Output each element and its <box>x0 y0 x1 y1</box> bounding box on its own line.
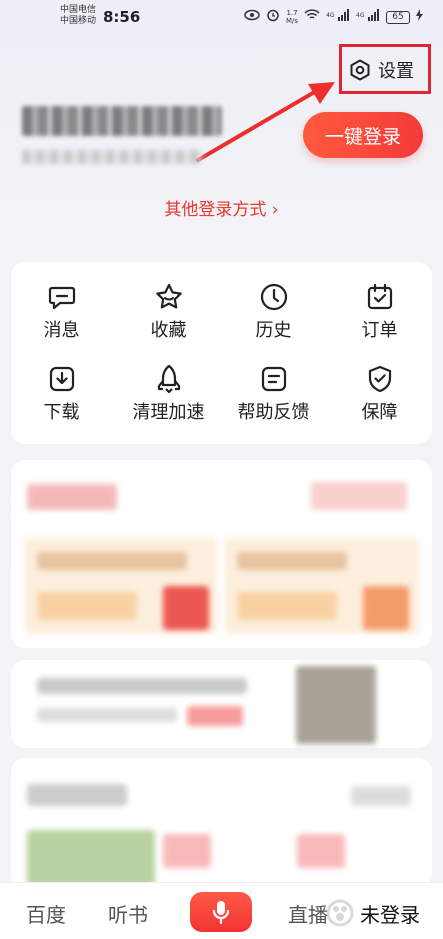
signal-icon-2: 4G <box>356 9 380 25</box>
service-label: 消息 <box>43 320 80 341</box>
settings-hexagon-icon <box>350 59 370 81</box>
carrier-1: 中国电信 <box>60 5 97 15</box>
settings-highlight-box: 设置 <box>339 44 431 94</box>
service-label: 保障 <box>361 402 398 423</box>
star-icon <box>155 283 182 309</box>
service-order[interactable]: 订单 <box>327 282 432 342</box>
promo-tile-2-image <box>363 586 409 630</box>
voice-search-button[interactable] <box>190 892 252 932</box>
service-protection[interactable]: 保障 <box>327 364 432 424</box>
order-icon <box>367 283 392 310</box>
service-download[interactable]: 下载 <box>9 364 114 424</box>
service-cleanup[interactable]: 清理加速 <box>116 364 221 424</box>
list-thumb-3-blurred <box>297 834 345 868</box>
list-card-blurred <box>11 758 432 888</box>
service-label: 帮助反馈 <box>237 402 310 423</box>
status-time: 8:56 <box>103 8 141 26</box>
promo-tile-2-text <box>237 552 347 570</box>
clock-icon <box>260 283 287 311</box>
net-speed: 1.7 M/s <box>286 9 298 25</box>
tab-baidu[interactable]: 百度 <box>26 899 66 928</box>
news-title-blurred <box>37 678 247 694</box>
service-label: 收藏 <box>150 320 187 341</box>
promo-title-blurred <box>27 484 117 510</box>
rocket-icon <box>157 364 180 394</box>
service-message[interactable]: 消息 <box>9 282 114 342</box>
eye-icon <box>244 9 260 25</box>
settings-label: 设置 <box>378 61 414 82</box>
service-favorite[interactable]: 收藏 <box>116 282 221 342</box>
signal-icon: 4G <box>326 9 350 25</box>
battery-indicator: 65 <box>386 10 410 24</box>
service-label: 历史 <box>255 320 292 341</box>
news-tag-blurred <box>187 706 243 726</box>
account-subtitle-blurred <box>22 150 202 164</box>
net-speed-unit: M/s <box>286 17 299 25</box>
signal-1-label: 4G <box>326 12 335 19</box>
service-history[interactable]: 历史 <box>221 282 326 342</box>
news-subtitle-blurred <box>37 708 177 722</box>
promo-tile-1-image <box>163 586 209 630</box>
promo-tile-1-button <box>37 592 137 620</box>
wifi-icon <box>304 9 320 25</box>
service-feedback[interactable]: 帮助反馈 <box>221 364 326 424</box>
signal-2-label: 4G <box>356 12 365 19</box>
mic-icon <box>212 901 230 925</box>
list-more-blurred <box>351 786 411 806</box>
settings-button[interactable]: 设置 <box>348 57 414 83</box>
carrier-2: 中国移动 <box>60 16 97 26</box>
alarm-icon <box>266 8 280 26</box>
tab-audiobook[interactable]: 听书 <box>108 899 148 928</box>
promo-tile-1-text <box>37 552 187 570</box>
status-bar: 中国电信 中国移动 8:56 1.7 M/s 4G 4G 65 <box>0 0 443 36</box>
service-label: 清理加速 <box>132 402 205 423</box>
news-thumbnail-blurred <box>296 666 376 744</box>
promo-tile-2-button <box>237 592 337 620</box>
other-login-link[interactable]: 其他登录方式 › <box>0 195 443 220</box>
net-speed-value: 1.7 <box>286 9 298 17</box>
service-label: 下载 <box>43 402 80 423</box>
shield-icon <box>368 365 391 393</box>
account-name-blurred <box>22 106 222 136</box>
promo-card-blurred <box>11 460 432 648</box>
list-title-blurred <box>27 784 127 806</box>
news-card-blurred <box>11 660 432 748</box>
watermark-logo <box>326 899 354 927</box>
promo-tag-blurred <box>311 482 407 510</box>
list-thumb-1-blurred <box>27 830 155 886</box>
list-thumb-2-blurred <box>163 834 211 868</box>
one-click-login-button[interactable]: 一键登录 <box>303 112 423 158</box>
service-label: 订单 <box>361 320 398 341</box>
feedback-icon <box>261 366 286 392</box>
download-icon <box>49 366 74 392</box>
message-icon <box>48 286 75 310</box>
charging-icon <box>416 9 423 25</box>
carrier-info: 中国电信 中国移动 <box>60 5 96 27</box>
system-icons: 1.7 M/s 4G 4G 65 <box>244 8 423 26</box>
services-card: 消息 收藏 历史 订单 下载 清理加速 帮助反馈 保障 <box>11 262 432 444</box>
